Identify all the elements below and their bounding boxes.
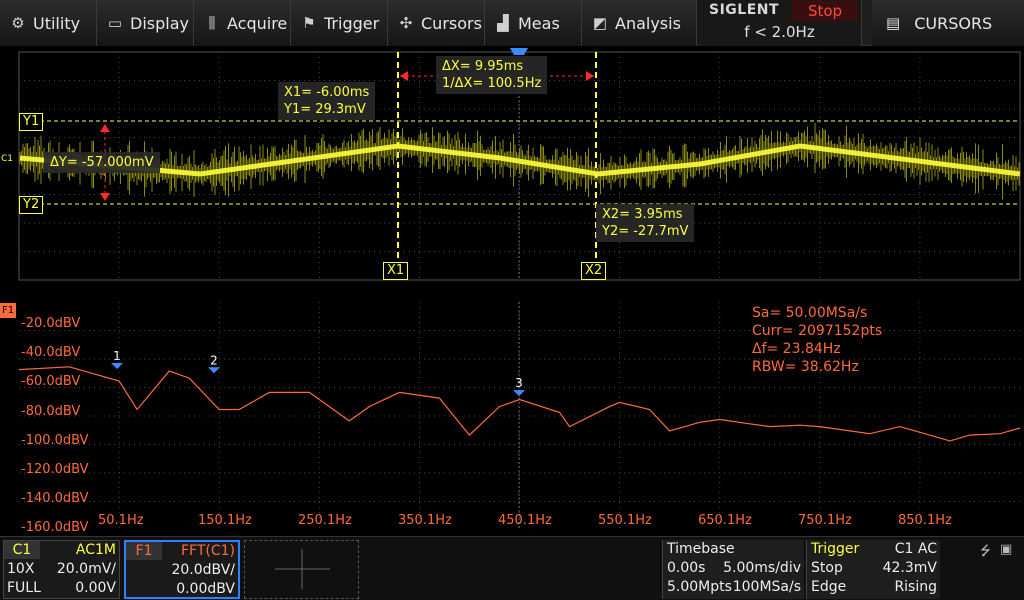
delta-x-value: ΔX= 9.95ms	[442, 59, 524, 74]
fft-channel-tag[interactable]: F1	[0, 303, 16, 318]
gear-icon: ⚙	[11, 14, 25, 32]
fft-y-tick-label: -140.0dBV	[21, 491, 89, 507]
timebase-delay: 0.00s	[667, 560, 706, 576]
ch1-probe: 10X	[7, 561, 35, 577]
y2-volt-value: Y2= -27.7mV	[602, 224, 689, 239]
menu-acquire[interactable]: ⫼ Acquire	[194, 0, 291, 46]
f1-scale: 20.0dBV/	[171, 562, 235, 578]
fft-x-tick-label: 650.1Hz	[698, 513, 752, 528]
fft-x-tick-label: 350.1Hz	[398, 513, 452, 528]
trigger-panel[interactable]: Trigger C1 AC Stop 42.3mV Edge Rising	[806, 540, 940, 599]
y2-cursor-tag[interactable]: Y2	[19, 196, 44, 214]
fft-y-tick-label: -80.0dBV	[21, 403, 81, 419]
inverse-delta-x-value: 1/ΔX= 100.5Hz	[442, 76, 542, 91]
f1-offset: 0.00dBV	[176, 581, 235, 597]
acquire-icon: ⫼	[208, 14, 216, 32]
x1-cursor-tag[interactable]: X1	[383, 262, 409, 280]
x2-cursor-tag[interactable]: X2	[581, 262, 607, 280]
run-stop-status[interactable]: Stop	[792, 1, 858, 21]
f1-name: F1	[126, 542, 162, 560]
peak-marker-label-1: 1	[113, 349, 121, 363]
ch1-bandwidth: FULL	[7, 580, 41, 596]
fft-x-tick-label: 850.1Hz	[898, 513, 952, 528]
fft-y-tick-label: -160.0dBV	[21, 520, 89, 536]
fft-delta-f: Δf= 23.84Hz	[752, 341, 841, 357]
timebase-title: Timebase	[667, 541, 735, 557]
ch1-info-panel[interactable]: C1 AC1M 10X 20.0mV/ FULL 0.00V	[3, 540, 120, 599]
network-icon: ▣	[1000, 542, 1013, 557]
fft-sample-rate: Sa= 50.00MSa/s	[752, 305, 868, 321]
menu-analysis[interactable]: ◩ Analysis	[582, 0, 697, 46]
fft-y-tick-label: -40.0dBV	[21, 345, 81, 361]
plus-icon	[275, 549, 330, 589]
menu-display[interactable]: ▭ Display	[97, 0, 194, 46]
peak-marker-label-2: 2	[210, 353, 218, 367]
y1-cursor-tag[interactable]: Y1	[19, 113, 44, 131]
fft-x-tick-label: 550.1Hz	[598, 513, 652, 528]
delta-y-readout: ΔY= -57.000mV	[44, 152, 160, 173]
delta-x-readout: ΔX= 9.95ms 1/ΔX= 100.5Hz	[436, 56, 548, 94]
document-icon: ▤	[886, 14, 901, 32]
cursors-panel-title[interactable]: ▤ CURSORS	[872, 0, 1024, 46]
add-channel-slot[interactable]	[244, 540, 359, 599]
menu-meas[interactable]: ▟ Meas	[485, 0, 582, 46]
fft-y-tick-label: -60.0dBV	[21, 374, 81, 390]
fft-x-tick-label: 450.1Hz	[498, 513, 552, 528]
monitor-icon: ▭	[107, 14, 123, 32]
ch1-scale: 20.0mV/	[56, 561, 116, 577]
x1-time-value: X1= -6.00ms	[284, 85, 370, 100]
fft-info-box: Sa= 50.00MSa/s Curr= 2097152pts Δf= 23.8…	[752, 304, 882, 376]
siglent-logo: SIGLENT	[709, 2, 780, 18]
delta-y-value: ΔY= -57.000mV	[50, 155, 154, 170]
ch1-coupling: AC1M	[75, 542, 116, 558]
ch1-name: C1	[4, 541, 40, 559]
analysis-icon: ◩	[592, 14, 608, 32]
y1-volt-value: Y1= 29.3mV	[284, 102, 366, 117]
fft-current-points: Curr= 2097152pts	[752, 323, 883, 339]
trigger-type: Edge	[811, 579, 847, 595]
x2-readout: X2= 3.95ms Y2= -27.7mV	[596, 204, 695, 242]
fft-x-tick-label: 250.1Hz	[298, 513, 352, 528]
fft-x-tick-label: 50.1Hz	[98, 513, 144, 528]
crosshair-icon: ✣	[399, 14, 413, 32]
flag-icon: ⚑	[302, 14, 316, 32]
timebase-scale: 5.00ms/div	[723, 560, 801, 576]
trigger-state: Stop	[811, 560, 843, 576]
connectivity-icons: ⭍ ▣	[960, 540, 1020, 599]
ch1-offset-marker[interactable]: C1	[1, 154, 13, 164]
fft-y-tick-label: -20.0dBV	[21, 316, 81, 331]
ch1-offset: 0.00V	[75, 580, 116, 596]
timebase-panel[interactable]: Timebase 0.00s 5.00ms/div 5.00Mpts 100MS…	[662, 540, 804, 599]
ruler-icon: ▟	[497, 14, 509, 32]
x2-time-value: X2= 3.95ms	[602, 207, 683, 222]
x1-readout: X1= -6.00ms Y1= 29.3mV	[278, 82, 376, 120]
scope-screen: 1 2 3 C1 Y1 Y2 X1 X2 ΔX= 9.95ms 1/ΔX= 100.…	[0, 46, 1024, 536]
trigger-frequency: f < 2.0Hz	[744, 23, 815, 41]
fft-rbw: RBW= 38.62Hz	[752, 359, 859, 375]
fft-x-tick-label: 150.1Hz	[198, 513, 252, 528]
usb-icon: ⭍	[980, 544, 991, 559]
menu-utility[interactable]: ⚙ Utility	[0, 0, 97, 46]
menu-trigger[interactable]: ⚑ Trigger	[291, 0, 388, 46]
menu-cursors[interactable]: ✣ Cursors	[388, 0, 485, 46]
trigger-slope: Rising	[894, 579, 937, 595]
trigger-source: C1 AC	[894, 541, 937, 557]
f1-info-panel[interactable]: F1 FFT(C1) 20.0dBV/ 0.00dBV	[124, 540, 240, 599]
bottom-status-bar: C1 AC1M 10X 20.0mV/ FULL 0.00V F1 FFT(C1…	[0, 536, 1024, 600]
top-menu-bar: ⚙ Utility ▭ Display ⫼ Acquire ⚑ Trigger ✣ Cur…	[0, 0, 1024, 46]
trigger-title: Trigger	[811, 541, 860, 557]
trigger-level: 42.3mV	[882, 560, 937, 576]
memory-depth: 5.00Mpts	[667, 579, 732, 595]
fft-y-tick-label: -100.0dBV	[21, 432, 89, 448]
peak-marker-label-3: 3	[515, 376, 523, 390]
sample-rate: 100MSa/s	[732, 579, 801, 595]
fft-x-tick-label: 750.1Hz	[798, 513, 852, 528]
f1-source: FFT(C1)	[180, 543, 235, 559]
status-area: SIGLENT Stop f < 2.0Hz	[697, 0, 862, 46]
fft-y-tick-label: -120.0dBV	[21, 462, 89, 477]
graticule: 1 2 3	[18, 48, 1021, 531]
